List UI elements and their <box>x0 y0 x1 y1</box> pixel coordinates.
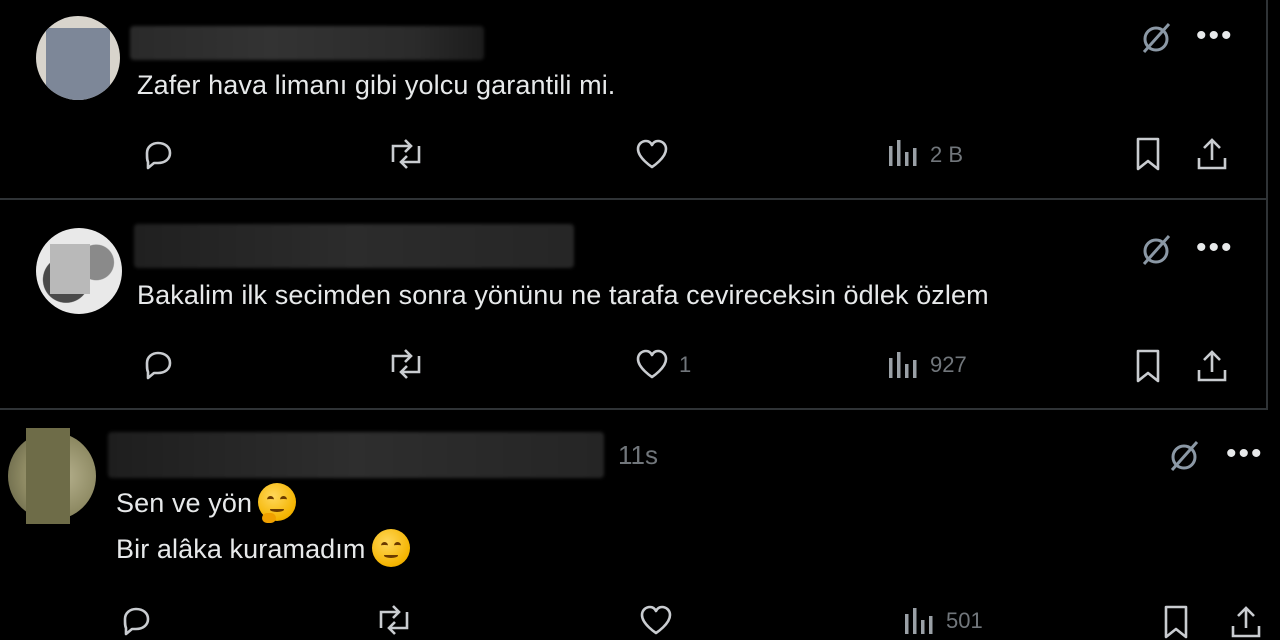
views-count: 927 <box>930 352 967 377</box>
tweet-time[interactable]: 11s <box>618 440 658 471</box>
tweet-text-line-2-label: Bir alâka kuramadım <box>116 534 366 565</box>
reply-icon[interactable] <box>116 600 156 640</box>
views-icon[interactable] <box>898 602 938 640</box>
bookmark-icon[interactable] <box>1156 602 1196 640</box>
author-name-redacted[interactable] <box>130 26 484 60</box>
more-icon[interactable]: ••• <box>1196 233 1234 263</box>
grok-icon[interactable] <box>1136 230 1176 270</box>
tweet-text-line-1-label: Sen ve yön <box>116 488 253 519</box>
author-name-redacted[interactable] <box>108 432 604 478</box>
reply-icon[interactable] <box>138 344 178 384</box>
views-count: 2 B <box>930 142 964 167</box>
grok-icon[interactable] <box>1164 436 1204 476</box>
tweet-text-line-1: Sen ve yön <box>116 483 297 524</box>
tweet-text: Bakalim ilk secimden sonra yönünu ne tar… <box>137 280 989 310</box>
bookmark-icon[interactable] <box>1128 134 1168 174</box>
share-icon[interactable] <box>1192 346 1232 386</box>
grok-icon[interactable] <box>1136 18 1176 58</box>
avatar-redaction <box>26 428 70 524</box>
bookmark-icon[interactable] <box>1128 346 1168 386</box>
tweet-text: Zafer hava limanı gibi yolcu garantili m… <box>137 70 616 100</box>
author-name-redacted[interactable] <box>134 224 574 268</box>
retweet-icon[interactable] <box>384 344 428 384</box>
like-icon[interactable] <box>632 134 672 174</box>
retweet-icon[interactable] <box>372 600 416 640</box>
tweet-2[interactable]: ••• Bakalim ilk secimden sonra yönünu ne… <box>0 200 1268 410</box>
like-icon[interactable] <box>636 600 676 640</box>
share-icon[interactable] <box>1226 602 1266 640</box>
avatar[interactable] <box>36 16 120 100</box>
views-icon[interactable] <box>882 134 922 174</box>
retweet-icon[interactable] <box>384 134 428 174</box>
tweet-3[interactable]: 11s ••• Sen ve yön Bir alâka kuramadım 5… <box>0 410 1280 640</box>
tweet-text-line-2: Bir alâka kuramadım <box>116 529 410 570</box>
likes-count: 1 <box>679 352 692 377</box>
avatar[interactable] <box>36 228 122 314</box>
thinking-face-emoji <box>258 483 297 523</box>
views-icon[interactable] <box>882 346 922 386</box>
relieved-face-emoji <box>371 529 410 567</box>
more-icon[interactable]: ••• <box>1196 21 1234 51</box>
views-count: 501 <box>946 608 983 633</box>
reply-icon[interactable] <box>138 134 178 174</box>
share-icon[interactable] <box>1192 134 1232 174</box>
tweet-1[interactable]: ••• Zafer hava limanı gibi yolcu garanti… <box>0 0 1268 200</box>
more-icon[interactable]: ••• <box>1226 439 1264 469</box>
like-icon[interactable] <box>632 344 672 384</box>
